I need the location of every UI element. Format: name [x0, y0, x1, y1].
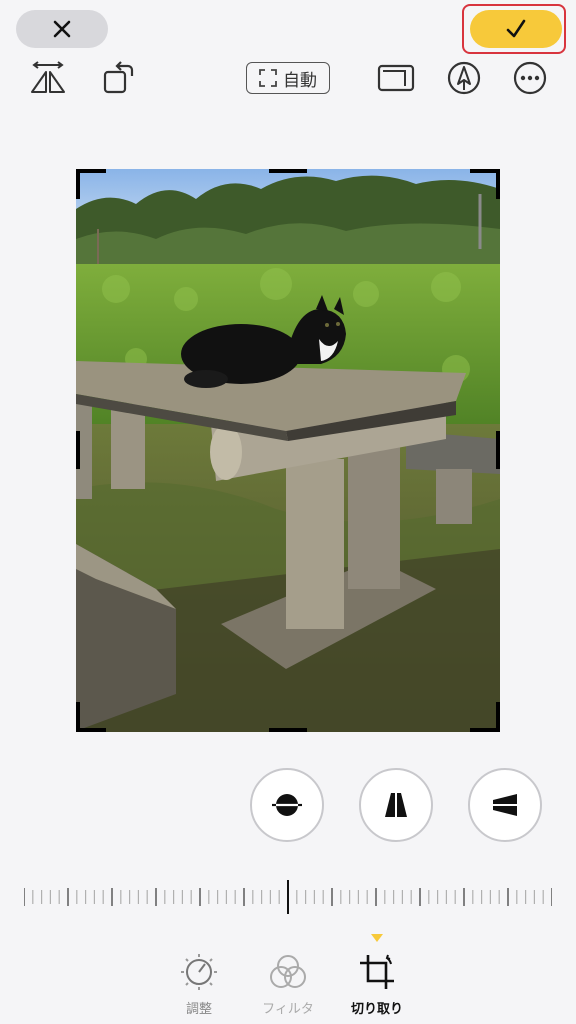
tab-filters[interactable]: フィルタ [248, 952, 328, 1018]
angle-slider[interactable] [23, 880, 553, 914]
done-button[interactable] [470, 10, 562, 48]
tab-adjust[interactable]: 調整 [159, 952, 239, 1018]
markup-button[interactable] [444, 58, 484, 98]
tab-crop-label: 切り取り [350, 1002, 403, 1017]
auto-frame-icon [259, 69, 277, 87]
rotate-icon [103, 61, 134, 94]
markup-pen-icon [447, 61, 481, 95]
tab-adjust-label: 調整 [185, 1002, 212, 1017]
straighten-icon [272, 794, 302, 816]
flip-button[interactable] [28, 58, 68, 98]
rotate-button[interactable] [98, 58, 138, 98]
flip-horizontal-icon [31, 61, 65, 93]
vertical-perspective-button[interactable] [359, 768, 433, 842]
slider-ticks [23, 880, 553, 914]
aspect-ratio-button[interactable] [376, 58, 416, 98]
crop-handle-bottom-left[interactable] [76, 702, 106, 732]
cat-on-bench-photo [76, 169, 500, 732]
crop-handle-bottom-right[interactable] [470, 702, 500, 732]
horizontal-perspective-icon [489, 794, 521, 816]
tab-crop[interactable]: 切り取り [337, 952, 417, 1018]
auto-straighten-button[interactable]: 自動 [246, 62, 330, 94]
aspect-ratio-icon [377, 64, 415, 92]
crop-handle-top-left[interactable] [76, 169, 106, 199]
more-icon [513, 61, 547, 95]
checkmark-icon [506, 19, 526, 38]
crop-handle-top[interactable] [269, 169, 307, 173]
close-icon [53, 20, 71, 38]
straighten-button[interactable] [250, 768, 324, 842]
crop-icon [360, 954, 394, 989]
more-button[interactable] [510, 58, 550, 98]
auto-label: 自動 [283, 70, 317, 91]
photo-preview[interactable] [76, 169, 500, 732]
tab-filters-label: フィルタ [262, 1002, 314, 1017]
crop-handle-left[interactable] [76, 431, 80, 469]
active-tab-indicator [371, 934, 383, 942]
cancel-button[interactable] [16, 10, 108, 48]
horizontal-perspective-button[interactable] [468, 768, 542, 842]
crop-handle-right[interactable] [496, 431, 500, 469]
crop-handle-bottom[interactable] [269, 728, 307, 732]
filters-icon [270, 955, 306, 988]
adjust-dial-icon [181, 954, 217, 990]
vertical-perspective-icon [385, 789, 407, 821]
crop-handle-top-right[interactable] [470, 169, 500, 199]
